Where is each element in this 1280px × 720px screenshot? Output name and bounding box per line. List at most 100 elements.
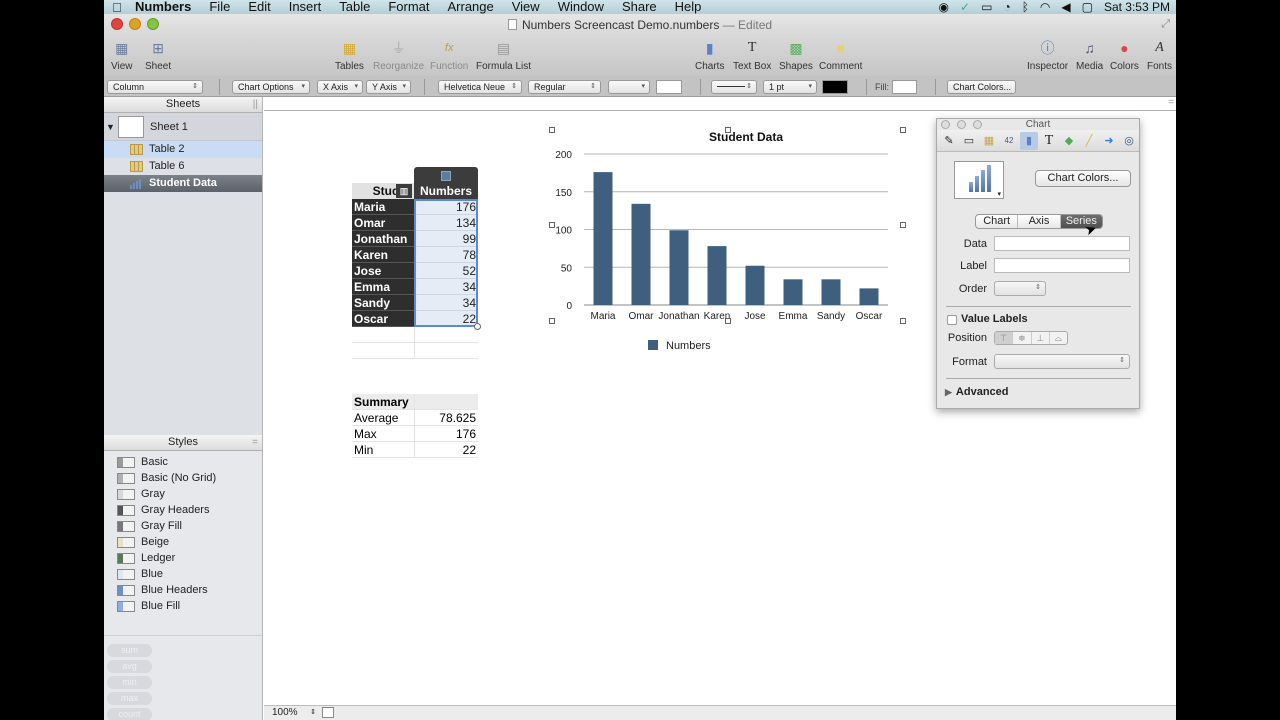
- name-cell[interactable]: Omar: [352, 215, 414, 231]
- x-axis-dropdown[interactable]: X Axis ▾: [317, 80, 363, 94]
- order-select[interactable]: ⇕: [994, 281, 1046, 296]
- view-button[interactable]: ▦ View: [111, 38, 133, 73]
- menu-table[interactable]: Table: [330, 0, 379, 14]
- function-pill-min[interactable]: min: [107, 676, 152, 689]
- function-pill-sum[interactable]: sum: [107, 644, 152, 657]
- function-pill-avg[interactable]: avg: [107, 660, 152, 673]
- menu-share[interactable]: Share: [613, 0, 666, 14]
- chart-colors-button[interactable]: Chart Colors...: [1035, 170, 1131, 187]
- empty-row[interactable]: [352, 343, 478, 359]
- function-pill-max[interactable]: max: [107, 692, 152, 705]
- value-cell[interactable]: 52: [414, 263, 478, 279]
- style-item[interactable]: Gray Headers: [104, 502, 262, 518]
- font-family-select[interactable]: Helvetica Neue ⇕: [438, 80, 522, 94]
- volume-icon[interactable]: ◀: [1061, 0, 1070, 14]
- tables-button[interactable]: ▦ Tables: [335, 38, 364, 73]
- style-item[interactable]: Ledger: [104, 550, 262, 566]
- font-style-select[interactable]: Regular ⇕: [528, 80, 601, 94]
- column-menu-icon[interactable]: ▥: [396, 184, 412, 198]
- position-outside-icon[interactable]: ⌓: [1050, 332, 1067, 344]
- line-style-select[interactable]: ⇕: [711, 80, 757, 94]
- table-inspector-icon[interactable]: ▦: [980, 132, 998, 150]
- summary-row[interactable]: Max 176: [352, 426, 478, 442]
- style-item[interactable]: Blue Fill: [104, 598, 262, 614]
- tab-axis[interactable]: Axis: [1018, 215, 1061, 228]
- close-inspector-button[interactable]: [941, 120, 950, 129]
- fullscreen-icon[interactable]: ⤢: [1161, 18, 1170, 31]
- inspector-button[interactable]: ⓘ Inspector: [1027, 38, 1068, 72]
- value-cell[interactable]: 34: [414, 279, 478, 295]
- resize-grip-icon[interactable]: =: [1168, 97, 1174, 108]
- bluetooth-icon[interactable]: ᛒ: [1022, 0, 1029, 14]
- name-cell[interactable]: Oscar: [352, 311, 414, 327]
- name-cell[interactable]: Jose: [352, 263, 414, 279]
- value-cell[interactable]: 34: [414, 295, 478, 311]
- resize-handle[interactable]: [900, 318, 906, 324]
- style-item[interactable]: Blue: [104, 566, 262, 582]
- menu-view[interactable]: View: [503, 0, 549, 14]
- reorganize-button[interactable]: ⏚ Reorganize: [373, 38, 424, 72]
- label-field[interactable]: [994, 258, 1130, 273]
- wifi-icon[interactable]: ◠: [1040, 0, 1050, 14]
- resize-handle[interactable]: [549, 318, 555, 324]
- formula-list-button[interactable]: ▤ Formula List: [476, 38, 531, 73]
- value-cell[interactable]: 99: [414, 231, 478, 247]
- position-bottom-icon[interactable]: ⊥: [1032, 332, 1050, 344]
- resize-handle[interactable]: [549, 222, 555, 228]
- quicktime-inspector-icon[interactable]: ◎: [1120, 132, 1138, 150]
- resize-handle[interactable]: [549, 127, 555, 133]
- shapes-button[interactable]: ▩ Shapes: [779, 38, 813, 73]
- font-size-select[interactable]: ▾: [608, 80, 650, 94]
- text-color-well[interactable]: [656, 80, 682, 94]
- page-view-button[interactable]: [322, 707, 334, 718]
- chart-colors-button[interactable]: Chart Colors...: [947, 80, 1016, 94]
- summary-row[interactable]: Average 78.625: [352, 410, 478, 426]
- name-cell[interactable]: Sandy: [352, 295, 414, 311]
- sheet-item-table-2[interactable]: Table 2: [104, 141, 262, 158]
- y-axis-dropdown[interactable]: Y Axis ▾: [366, 80, 411, 94]
- menu-arrange[interactable]: Arrange: [438, 0, 502, 14]
- resize-handle[interactable]: [725, 127, 731, 133]
- name-cell[interactable]: Karen: [352, 247, 414, 263]
- apple-menu-icon[interactable]: : [108, 0, 126, 15]
- sheet-inspector-icon[interactable]: ▭: [960, 132, 978, 150]
- stroke-color-well[interactable]: [822, 80, 848, 94]
- time-machine-icon[interactable]: ◔: [1003, 0, 1010, 14]
- fill-color-well[interactable]: [892, 80, 917, 94]
- student-data-chart[interactable]: Student Data 0 50 100 150 200 Maria Omar Jonatha…: [548, 125, 906, 355]
- inspector-title-bar[interactable]: Chart: [937, 119, 1139, 130]
- menu-help[interactable]: Help: [666, 0, 711, 14]
- charts-button[interactable]: ▮ Charts: [695, 38, 724, 73]
- function-button[interactable]: fx Function: [430, 38, 468, 72]
- graphic-inspector-icon[interactable]: ◆: [1060, 132, 1078, 150]
- fonts-button[interactable]: A Fonts: [1147, 38, 1172, 72]
- summary-table[interactable]: Summary Average 78.625 Max 176 Min 22: [352, 394, 478, 458]
- chart-inspector-icon[interactable]: ▮: [1020, 131, 1038, 150]
- menu-edit[interactable]: Edit: [239, 0, 279, 14]
- comment-button[interactable]: ■ Comment: [819, 38, 862, 72]
- menu-format[interactable]: Format: [379, 0, 438, 14]
- clock[interactable]: Sat 3:53 PM: [1104, 0, 1170, 14]
- value-labels-checkbox[interactable]: [947, 315, 957, 325]
- format-select[interactable]: ⇕: [994, 354, 1130, 369]
- disclosure-triangle-icon[interactable]: ▼: [106, 113, 115, 141]
- formula-bar[interactable]: =: [264, 97, 1176, 111]
- chart-type-well[interactable]: ▾: [954, 161, 1004, 199]
- menu-insert[interactable]: Insert: [280, 0, 331, 14]
- menu-file[interactable]: File: [200, 0, 239, 14]
- summary-row[interactable]: Min 22: [352, 442, 478, 458]
- name-cell[interactable]: Maria: [352, 199, 414, 215]
- advanced-disclosure[interactable]: ▶ Advanced: [945, 386, 1009, 398]
- sheet-item-sheet-1[interactable]: ▼ Sheet 1: [104, 113, 262, 141]
- style-item[interactable]: Gray Fill: [104, 518, 262, 534]
- media-button[interactable]: ♫ Media: [1076, 38, 1103, 72]
- name-cell[interactable]: Jonathan: [352, 231, 414, 247]
- text-box-button[interactable]: T Text Box: [733, 38, 771, 72]
- style-item[interactable]: Basic: [104, 454, 262, 470]
- metrics-inspector-icon[interactable]: ╱: [1080, 132, 1098, 150]
- style-item[interactable]: Basic (No Grid): [104, 470, 262, 486]
- chart-options-dropdown[interactable]: Chart Options ▾: [232, 80, 310, 94]
- sheet-item-table-6[interactable]: Table 6: [104, 158, 262, 175]
- sheet-button[interactable]: ⊞ Sheet: [145, 38, 171, 73]
- minimize-inspector-button[interactable]: [957, 120, 966, 129]
